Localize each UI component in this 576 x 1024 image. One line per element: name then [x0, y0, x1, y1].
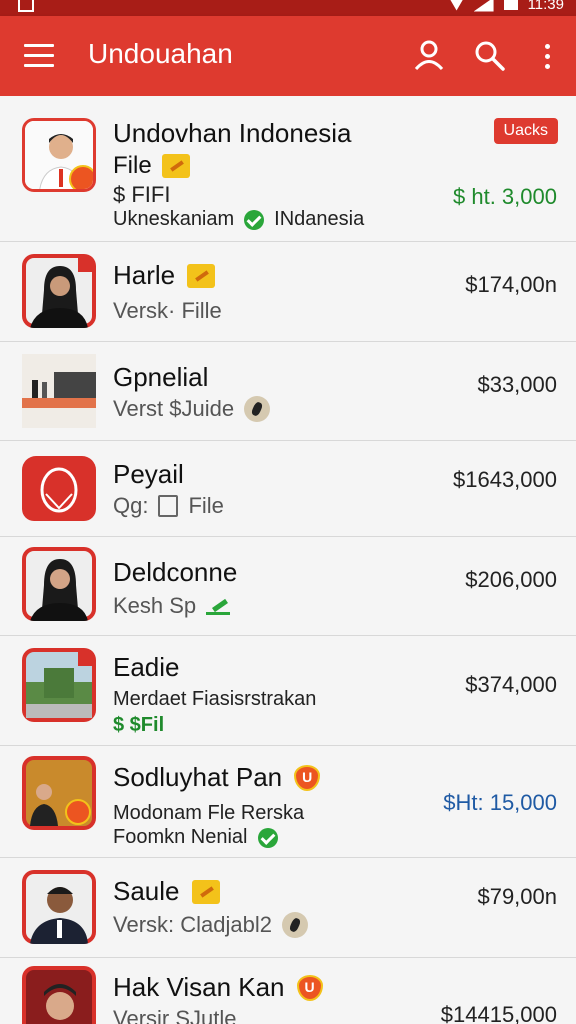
item-title: Saule [113, 876, 220, 907]
item-title-text: Gpnelial [113, 362, 209, 392]
edit-icon [206, 597, 231, 615]
list-item[interactable]: Harle Versk· Fille $174,00n [0, 242, 576, 342]
item-price: $174,00n [465, 272, 557, 297]
list-item[interactable]: Gpnelial Verst $Juide $33,000 [0, 342, 576, 441]
item-meta: $ $Fil [113, 714, 165, 736]
status-time: 11:39 [527, 0, 564, 13]
item-title: Gpnelial [113, 362, 208, 393]
account-icon[interactable] [412, 38, 446, 72]
shield-badge-icon [296, 974, 323, 1001]
item-price: $Ht: 15,000 [443, 790, 557, 815]
item-title: Undovhan Indonesia [113, 118, 352, 149]
item-subtitle-text: Verst $Juide [113, 396, 235, 421]
music-note-icon [244, 396, 271, 422]
item-title: Harle [113, 260, 216, 291]
more-vert-icon[interactable] [536, 40, 560, 74]
item-title: Hak Visan Kan [113, 972, 323, 1003]
item-price: $206,000 [465, 567, 557, 592]
item-price: $79,00n [477, 884, 557, 909]
list-item[interactable]: Saule Versk: Cladjabl2 $79,00n [0, 858, 576, 958]
wifi-icon [449, 0, 464, 11]
item-title-text: Sodluyhat Pan [113, 762, 283, 792]
app-title: Undouahan [88, 38, 233, 69]
avatar [22, 254, 96, 328]
item-subtitle: Merdaet Fiasisrstrakan [113, 688, 317, 710]
item-price: $14415,000 [440, 1002, 557, 1024]
signal-icon [473, 0, 494, 12]
item-subtitle-text: Kesh Sp [113, 593, 197, 618]
item-title-text: Undovhan Indonesia [113, 118, 352, 148]
avatar [22, 118, 96, 192]
item-title: Peyail [113, 459, 184, 490]
list-item[interactable]: Hak Visan Kan Versir SJutle $14415,000 [0, 958, 576, 1024]
item-title-text: Peyail [113, 459, 184, 489]
avatar [22, 547, 96, 621]
yellow-badge-icon [161, 154, 190, 178]
item-title-text: Saule [113, 876, 180, 906]
item-subtitle: Qg: File [113, 493, 224, 519]
status-badge: Uacks [493, 118, 558, 144]
shield-badge-icon [294, 764, 321, 791]
verified-icon [257, 827, 278, 848]
item-subtitle: Versk: Cladjabl2 [113, 912, 308, 938]
item-title-text: Eadie [113, 652, 180, 682]
file-icon [158, 495, 179, 517]
item-subtitle: Kesh Sp [113, 593, 231, 619]
list-item[interactable]: Sodluyhat Pan Modonam Fle Rerska Foomkn … [0, 746, 576, 858]
item-subtitle-prefix: Qg: [113, 493, 149, 518]
verified-icon [244, 209, 265, 230]
status-icons: 11:39 [449, 0, 564, 13]
edit-badge-icon [191, 879, 220, 904]
item-location: Ukneskaniam INdanesia [113, 208, 364, 231]
item-location-text: Foomkn Nenial [113, 826, 248, 848]
thumbnail-image [22, 648, 96, 722]
item-title-text: Hak Visan Kan [113, 972, 285, 1002]
list-item[interactable]: Undovhan Indonesia File $ FIFI Ukneskani… [0, 96, 576, 242]
item-subtitle-text: File [113, 152, 152, 179]
app-bar: Undouahan [0, 16, 576, 96]
avatar [22, 756, 96, 830]
app-logo [22, 453, 96, 521]
avatar [22, 870, 96, 944]
list-item[interactable]: Eadie Merdaet Fiasisrstrakan $ $Fil $374… [0, 636, 576, 746]
item-price: $33,000 [477, 372, 557, 397]
search-icon[interactable] [472, 38, 506, 72]
list-item[interactable]: Peyail Qg: File $1643,000 [0, 441, 576, 537]
item-location-country: INdanesia [274, 208, 365, 230]
item-subtitle-text: Versk: Cladjabl2 [113, 912, 272, 937]
item-title: Sodluyhat Pan [113, 762, 321, 793]
item-price: $1643,000 [453, 467, 557, 492]
battery-icon [503, 0, 518, 10]
item-subtitle: Versir SJutle [113, 1006, 237, 1024]
thumbnail-image [22, 354, 96, 428]
item-title: Eadie [113, 652, 180, 683]
image-notification-icon [18, 0, 34, 12]
item-title: Deldconne [113, 557, 237, 588]
item-subtitle: Modonam Fle Rerska [113, 802, 305, 824]
status-bar: 11:39 [0, 0, 576, 16]
item-subtitle-text: File [188, 493, 224, 518]
item-meta: $ FIFI [113, 182, 171, 207]
item-subtitle: Versk· Fille [113, 298, 222, 323]
item-subtitle: Verst $Juide [113, 396, 271, 422]
item-location-text: Ukneskaniam [113, 208, 235, 230]
avatar [22, 966, 96, 1024]
item-price: $ ht. 3,000 [453, 184, 557, 209]
item-title-text: Deldconne [113, 557, 238, 587]
list-item[interactable]: Deldconne Kesh Sp $206,000 [0, 537, 576, 636]
item-price: $374,000 [465, 672, 557, 697]
download-list: Undovhan Indonesia File $ FIFI Ukneskani… [0, 96, 576, 1024]
item-title-text: Harle [113, 260, 176, 290]
item-subtitle: File [113, 152, 190, 180]
edit-badge-icon [187, 263, 216, 288]
music-note-icon [281, 912, 308, 938]
menu-icon[interactable] [24, 42, 54, 68]
item-location: Foomkn Nenial [113, 826, 278, 849]
